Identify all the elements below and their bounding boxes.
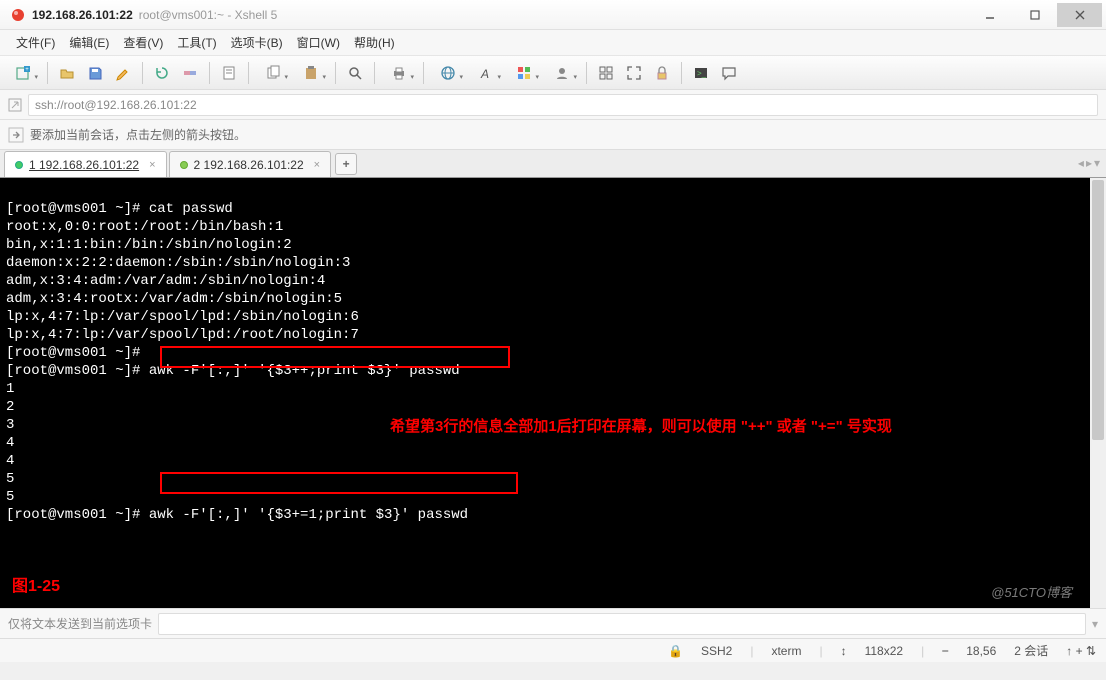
menu-edit[interactable]: 编辑(E) xyxy=(63,31,115,54)
status-pos: 18,56 xyxy=(966,644,996,658)
send-bar: 仅将文本发送到当前选项卡 ▾ xyxy=(0,608,1106,638)
tabs-menu-icon[interactable]: ▾ xyxy=(1094,156,1100,170)
menu-tabs[interactable]: 选项卡(B) xyxy=(225,31,289,54)
address-field[interactable]: ssh://root@192.168.26.101:22 xyxy=(28,94,1098,116)
paste-icon[interactable]: ▾ xyxy=(294,61,328,85)
find-icon[interactable] xyxy=(343,61,367,85)
annotation-text: 希望第3行的信息全部加1后打印在屏幕，则可以使用 "++" 或者 "+=" 号实… xyxy=(390,418,1090,436)
chat-icon[interactable] xyxy=(717,61,741,85)
edit-icon[interactable] xyxy=(111,61,135,85)
minimize-button[interactable] xyxy=(967,3,1012,27)
status-size-icon: ↕ xyxy=(841,644,847,658)
tab-1-label: 1 192.168.26.101:22 xyxy=(29,158,139,172)
send-dropdown-icon[interactable]: ▾ xyxy=(1092,617,1098,631)
disconnect-icon[interactable] xyxy=(178,61,202,85)
new-session-icon[interactable]: +▾ xyxy=(6,61,40,85)
copy-icon[interactable]: ▾ xyxy=(256,61,290,85)
open-icon[interactable] xyxy=(55,61,79,85)
menu-view[interactable]: 查看(V) xyxy=(117,31,169,54)
hint-text: 要添加当前会话，点击左侧的箭头按钮。 xyxy=(30,126,246,143)
address-url: ssh://root@192.168.26.101:22 xyxy=(35,98,197,112)
save-icon[interactable] xyxy=(83,61,107,85)
highlight-box-2 xyxy=(160,472,518,494)
tab-status-icon xyxy=(15,161,23,169)
maximize-button[interactable] xyxy=(1012,3,1057,27)
tabs-bar: 1 192.168.26.101:22 × 2 192.168.26.101:2… xyxy=(0,150,1106,178)
watermark-text: @51CTO博客 xyxy=(991,584,1072,602)
tab-status-icon xyxy=(180,161,188,169)
tabs-scroll-controls: ◂ ▸ ▾ xyxy=(1078,156,1100,170)
status-proto-icon: 🔒 xyxy=(668,644,683,658)
reconnect-icon[interactable] xyxy=(150,61,174,85)
status-sessions: 2 会话 xyxy=(1014,642,1048,659)
svg-text:A: A xyxy=(480,67,489,81)
close-button[interactable] xyxy=(1057,3,1102,27)
status-proto: SSH2 xyxy=(701,644,732,658)
app-icon xyxy=(10,7,26,23)
send-placeholder: 仅将文本发送到当前选项卡 xyxy=(8,615,152,632)
globe-icon[interactable]: ▾ xyxy=(431,61,465,85)
properties-icon[interactable] xyxy=(217,61,241,85)
title-bar: 192.168.26.101:22 root@vms001:~ - Xshell… xyxy=(0,0,1106,30)
tab-add-button[interactable]: + xyxy=(335,153,357,175)
lock-icon[interactable] xyxy=(650,61,674,85)
menu-bar: 文件(F) 编辑(E) 查看(V) 工具(T) 选项卡(B) 窗口(W) 帮助(… xyxy=(0,30,1106,56)
address-launch-icon[interactable] xyxy=(8,98,22,112)
tab-session-2[interactable]: 2 192.168.26.101:22 × xyxy=(169,151,332,177)
user-icon[interactable]: ▾ xyxy=(545,61,579,85)
layout-icon[interactable] xyxy=(594,61,618,85)
window-title-ip: 192.168.26.101:22 xyxy=(32,8,133,22)
menu-tools[interactable]: 工具(T) xyxy=(171,31,222,54)
status-size: 118x22 xyxy=(865,644,903,658)
address-bar: ssh://root@192.168.26.101:22 xyxy=(0,90,1106,120)
terminal-content: [root@vms001 ~]# cat passwd root:x,0:0:r… xyxy=(6,201,468,523)
menu-help[interactable]: 帮助(H) xyxy=(348,31,401,54)
svg-text:>_: >_ xyxy=(697,69,707,78)
toolbar: +▾ ▾ ▾ ▾ ▾ A▾ ▾ ▾ >_ xyxy=(0,56,1106,90)
command-icon[interactable]: >_ xyxy=(689,61,713,85)
scrollbar-thumb[interactable] xyxy=(1092,180,1104,440)
hint-arrow-icon[interactable] xyxy=(8,127,24,143)
svg-text:+: + xyxy=(25,67,29,73)
tab-2-label: 2 192.168.26.101:22 xyxy=(194,158,304,172)
status-extra: ↑ + ⇅ xyxy=(1066,644,1096,658)
send-input[interactable] xyxy=(158,613,1086,635)
color-icon[interactable]: ▾ xyxy=(507,61,541,85)
status-pos-icon: ⎯ xyxy=(942,643,948,658)
menu-file[interactable]: 文件(F) xyxy=(10,31,61,54)
window-title-sub: root@vms001:~ - Xshell 5 xyxy=(139,8,278,22)
tab-2-close-icon[interactable]: × xyxy=(314,159,320,171)
font-icon[interactable]: A▾ xyxy=(469,61,503,85)
fullscreen-icon[interactable] xyxy=(622,61,646,85)
figure-label: 图1-25 xyxy=(12,578,60,596)
print-icon[interactable]: ▾ xyxy=(382,61,416,85)
terminal-scrollbar[interactable] xyxy=(1090,178,1106,608)
tab-1-close-icon[interactable]: × xyxy=(149,159,155,171)
menu-window[interactable]: 窗口(W) xyxy=(291,31,346,54)
hint-bar: 要添加当前会话，点击左侧的箭头按钮。 xyxy=(0,120,1106,150)
tab-session-1[interactable]: 1 192.168.26.101:22 × xyxy=(4,151,167,177)
tabs-scroll-left-icon[interactable]: ◂ xyxy=(1078,156,1084,170)
terminal-pane[interactable]: [root@vms001 ~]# cat passwd root:x,0:0:r… xyxy=(0,178,1106,608)
status-term: xterm xyxy=(771,644,801,658)
status-bar: 🔒 SSH2 | xterm | ↕ 118x22 | ⎯ 18,56 2 会话… xyxy=(0,638,1106,662)
tabs-scroll-right-icon[interactable]: ▸ xyxy=(1086,156,1092,170)
